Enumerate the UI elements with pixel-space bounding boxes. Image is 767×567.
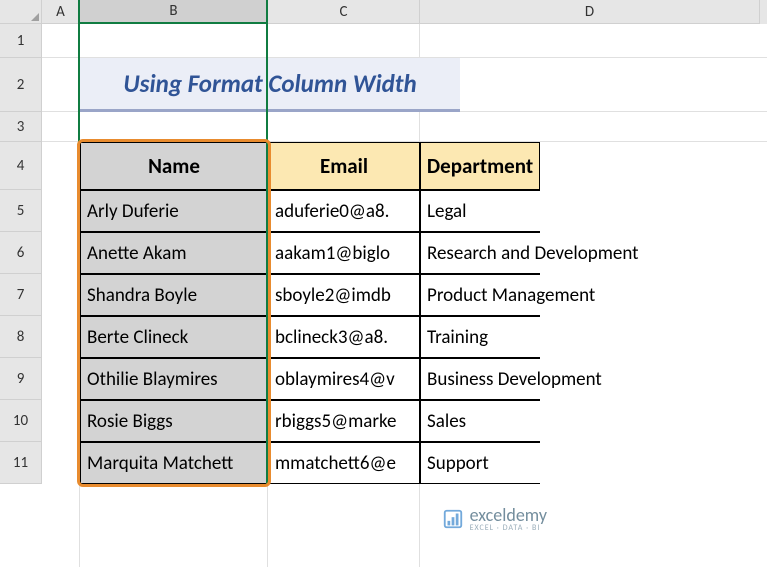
header-name[interactable]: Name: [80, 142, 268, 190]
row-headers-column: 1 2 3 4 5 6 7 8 9 10 11: [0, 24, 42, 567]
table-row: Marquita Matchett mmatchett6@e Support: [80, 442, 540, 484]
column-header-a[interactable]: A: [42, 0, 80, 24]
row-header-11[interactable]: 11: [0, 442, 42, 484]
row-header-4[interactable]: 4: [0, 142, 42, 190]
cell-name[interactable]: Arly Duferie: [80, 190, 268, 232]
title-cell[interactable]: Using Format Column Width: [80, 58, 460, 112]
watermark-logo: exceldemy EXCEL · DATA · BI: [442, 506, 547, 532]
table-row: Berte Clineck bclineck3@a8. Training: [80, 316, 540, 358]
table-header-row: Name Email Department: [80, 142, 540, 190]
data-table: Name Email Department Arly Duferie adufe…: [80, 142, 540, 484]
column-header-d[interactable]: D: [420, 0, 760, 24]
table-row: Othilie Blaymires oblaymires4@v Business…: [80, 358, 540, 400]
cell-name[interactable]: Anette Akam: [80, 232, 268, 274]
cell-department[interactable]: Legal: [420, 190, 540, 232]
cell-name[interactable]: Marquita Matchett: [80, 442, 268, 484]
column-header-b[interactable]: B: [80, 0, 268, 24]
grid-area[interactable]: Using Format Column Width Name Email Dep…: [42, 24, 767, 567]
cell-email[interactable]: aakam1@biglo: [268, 232, 420, 274]
cell-department[interactable]: Training: [420, 316, 540, 358]
row-header-3[interactable]: 3: [0, 112, 42, 142]
cell-email[interactable]: mmatchett6@e: [268, 442, 420, 484]
table-row: Rosie Biggs rbiggs5@marke Sales: [80, 400, 540, 442]
select-all-corner[interactable]: [0, 0, 42, 24]
cell-department[interactable]: Support: [420, 442, 540, 484]
row-header-6[interactable]: 6: [0, 232, 42, 274]
spreadsheet: A B C D 1 2 3 4 5 6 7 8 9 10 11 Using Fo…: [0, 0, 767, 567]
logo-icon: [442, 508, 464, 530]
row-header-7[interactable]: 7: [0, 274, 42, 316]
table-row: Anette Akam aakam1@biglo Research and De…: [80, 232, 540, 274]
cell-department[interactable]: Sales: [420, 400, 540, 442]
row-header-9[interactable]: 9: [0, 358, 42, 400]
table-row: Shandra Boyle sboyle2@imdb Product Manag…: [80, 274, 540, 316]
row-header-10[interactable]: 10: [0, 400, 42, 442]
cell-department[interactable]: Product Management: [420, 274, 540, 316]
column-header-c[interactable]: C: [268, 0, 420, 24]
cell-email[interactable]: sboyle2@imdb: [268, 274, 420, 316]
cell-email[interactable]: rbiggs5@marke: [268, 400, 420, 442]
header-department[interactable]: Department: [420, 142, 540, 190]
row-header-2[interactable]: 2: [0, 58, 42, 112]
cell-name[interactable]: Shandra Boyle: [80, 274, 268, 316]
cell-email[interactable]: aduferie0@a8.: [268, 190, 420, 232]
row-header-5[interactable]: 5: [0, 190, 42, 232]
logo-text: exceldemy: [470, 506, 547, 524]
table-row: Arly Duferie aduferie0@a8. Legal: [80, 190, 540, 232]
row-header-8[interactable]: 8: [0, 316, 42, 358]
cell-department[interactable]: Business Development: [420, 358, 540, 400]
cell-email[interactable]: oblaymires4@v: [268, 358, 420, 400]
cell-department[interactable]: Research and Development: [420, 232, 540, 274]
cell-email[interactable]: bclineck3@a8.: [268, 316, 420, 358]
header-email[interactable]: Email: [268, 142, 420, 190]
row-header-1[interactable]: 1: [0, 24, 42, 58]
column-headers-row: A B C D: [0, 0, 767, 24]
cell-name[interactable]: Rosie Biggs: [80, 400, 268, 442]
cell-name[interactable]: Berte Clineck: [80, 316, 268, 358]
cell-name[interactable]: Othilie Blaymires: [80, 358, 268, 400]
logo-subtitle: EXCEL · DATA · BI: [470, 524, 547, 532]
